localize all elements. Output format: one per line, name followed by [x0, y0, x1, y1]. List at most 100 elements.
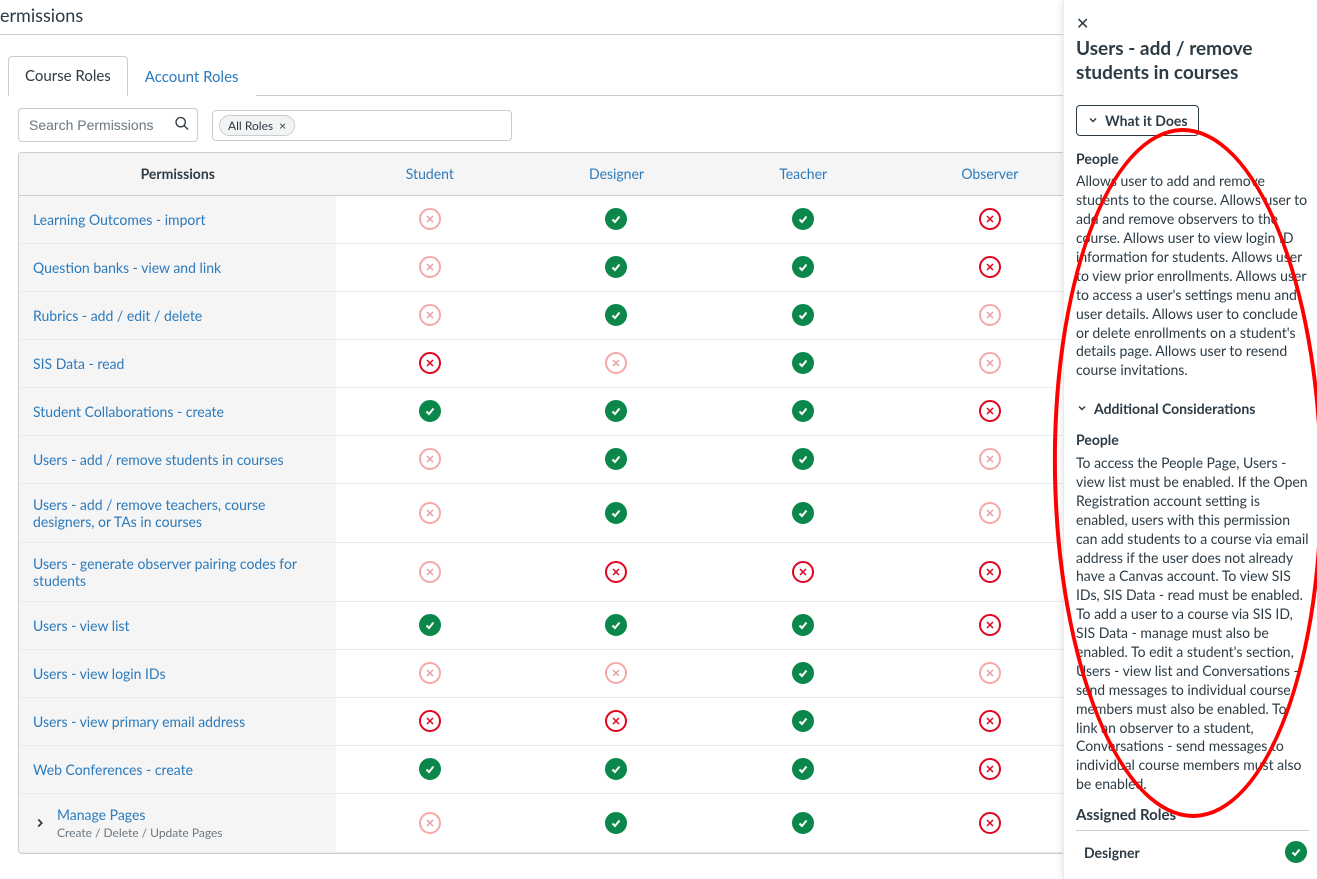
- x-icon[interactable]: [979, 561, 1001, 583]
- permission-cell[interactable]: [336, 195, 523, 243]
- permission-cell[interactable]: [897, 291, 1084, 339]
- x-icon[interactable]: [419, 352, 441, 374]
- check-icon[interactable]: [792, 400, 814, 422]
- check-icon[interactable]: [605, 400, 627, 422]
- permission-cell[interactable]: [336, 745, 523, 793]
- permission-cell[interactable]: [897, 195, 1084, 243]
- permission-cell[interactable]: [897, 542, 1084, 601]
- check-icon[interactable]: [605, 502, 627, 524]
- roles-filter[interactable]: All Roles ×: [212, 110, 512, 141]
- check-icon[interactable]: [605, 614, 627, 636]
- x-muted-icon[interactable]: [419, 812, 441, 834]
- permission-cell[interactable]: [523, 195, 710, 243]
- permission-name-cell[interactable]: Rubrics - add / edit / delete: [19, 291, 336, 339]
- check-icon[interactable]: [419, 758, 441, 780]
- permission-cell[interactable]: [336, 291, 523, 339]
- check-icon[interactable]: [605, 758, 627, 780]
- check-icon[interactable]: [792, 256, 814, 278]
- permission-name-cell[interactable]: Question banks - view and link: [19, 243, 336, 291]
- permission-cell[interactable]: [336, 697, 523, 745]
- permission-cell[interactable]: [897, 745, 1084, 793]
- x-muted-icon[interactable]: [979, 448, 1001, 470]
- permission-cell[interactable]: [710, 542, 897, 601]
- permission-name-cell[interactable]: Users - view login IDs: [19, 649, 336, 697]
- permission-name-cell[interactable]: SIS Data - read: [19, 339, 336, 387]
- check-icon[interactable]: [419, 400, 441, 422]
- check-icon[interactable]: [792, 710, 814, 732]
- permission-cell[interactable]: [710, 243, 897, 291]
- check-icon[interactable]: [792, 304, 814, 326]
- x-muted-icon[interactable]: [979, 662, 1001, 684]
- permission-cell[interactable]: [336, 387, 523, 435]
- check-icon[interactable]: [605, 304, 627, 326]
- permission-cell[interactable]: [710, 601, 897, 649]
- permission-cell[interactable]: [336, 542, 523, 601]
- permission-cell[interactable]: [897, 483, 1084, 542]
- search-input[interactable]: [18, 108, 198, 142]
- permission-cell[interactable]: [897, 435, 1084, 483]
- x-muted-icon[interactable]: [979, 502, 1001, 524]
- permission-cell[interactable]: [523, 291, 710, 339]
- x-icon[interactable]: [792, 561, 814, 583]
- permission-cell[interactable]: [336, 339, 523, 387]
- x-icon[interactable]: [605, 710, 627, 732]
- check-icon[interactable]: [605, 256, 627, 278]
- check-icon[interactable]: [605, 812, 627, 834]
- roles-pill-all[interactable]: All Roles ×: [219, 115, 295, 136]
- col-role-designer[interactable]: Designer: [523, 153, 710, 195]
- check-icon[interactable]: [792, 448, 814, 470]
- tab-course-roles[interactable]: Course Roles: [8, 56, 128, 96]
- permission-cell[interactable]: [336, 793, 523, 852]
- permission-cell[interactable]: [336, 483, 523, 542]
- permission-cell[interactable]: [336, 243, 523, 291]
- x-icon[interactable]: [979, 400, 1001, 422]
- permission-cell[interactable]: [523, 745, 710, 793]
- x-muted-icon[interactable]: [605, 662, 627, 684]
- permission-name-cell[interactable]: Users - add / remove teachers, course de…: [19, 483, 336, 542]
- x-icon[interactable]: [979, 208, 1001, 230]
- permission-cell[interactable]: [710, 697, 897, 745]
- permission-name-cell[interactable]: Manage PagesCreate / Delete / Update Pag…: [19, 793, 336, 852]
- roles-pill-remove-icon[interactable]: ×: [279, 118, 286, 133]
- permission-cell[interactable]: [710, 339, 897, 387]
- x-icon[interactable]: [979, 614, 1001, 636]
- x-icon[interactable]: [419, 710, 441, 732]
- x-icon[interactable]: [979, 710, 1001, 732]
- permission-name-cell[interactable]: Users - add / remove students in courses: [19, 435, 336, 483]
- permission-cell[interactable]: [897, 339, 1084, 387]
- close-icon[interactable]: ✕: [1076, 14, 1309, 33]
- check-icon[interactable]: [419, 614, 441, 636]
- x-muted-icon[interactable]: [419, 256, 441, 278]
- permission-cell[interactable]: [523, 435, 710, 483]
- permission-cell[interactable]: [336, 601, 523, 649]
- permission-cell[interactable]: [336, 649, 523, 697]
- additional-considerations-toggle[interactable]: Additional Considerations: [1076, 400, 1255, 417]
- x-muted-icon[interactable]: [979, 352, 1001, 374]
- col-role-student[interactable]: Student: [336, 153, 523, 195]
- check-icon[interactable]: [792, 502, 814, 524]
- permission-name-cell[interactable]: Learning Outcomes - import: [19, 195, 336, 243]
- x-muted-icon[interactable]: [419, 304, 441, 326]
- check-icon[interactable]: [792, 758, 814, 780]
- permission-cell[interactable]: [897, 649, 1084, 697]
- permission-cell[interactable]: [710, 195, 897, 243]
- permission-cell[interactable]: [710, 793, 897, 852]
- permission-cell[interactable]: [523, 339, 710, 387]
- x-muted-icon[interactable]: [419, 561, 441, 583]
- check-icon[interactable]: [792, 812, 814, 834]
- check-icon[interactable]: [605, 448, 627, 470]
- permission-cell[interactable]: [897, 601, 1084, 649]
- x-icon[interactable]: [979, 256, 1001, 278]
- permission-cell[interactable]: [897, 243, 1084, 291]
- permission-cell[interactable]: [710, 291, 897, 339]
- permission-cell[interactable]: [710, 745, 897, 793]
- col-role-teacher[interactable]: Teacher: [710, 153, 897, 195]
- permission-cell[interactable]: [897, 793, 1084, 852]
- permission-cell[interactable]: [710, 649, 897, 697]
- permission-cell[interactable]: [523, 483, 710, 542]
- permission-cell[interactable]: [523, 243, 710, 291]
- x-muted-icon[interactable]: [419, 448, 441, 470]
- what-it-does-toggle[interactable]: What it Does: [1076, 105, 1199, 136]
- permission-cell[interactable]: [523, 601, 710, 649]
- x-icon[interactable]: [605, 561, 627, 583]
